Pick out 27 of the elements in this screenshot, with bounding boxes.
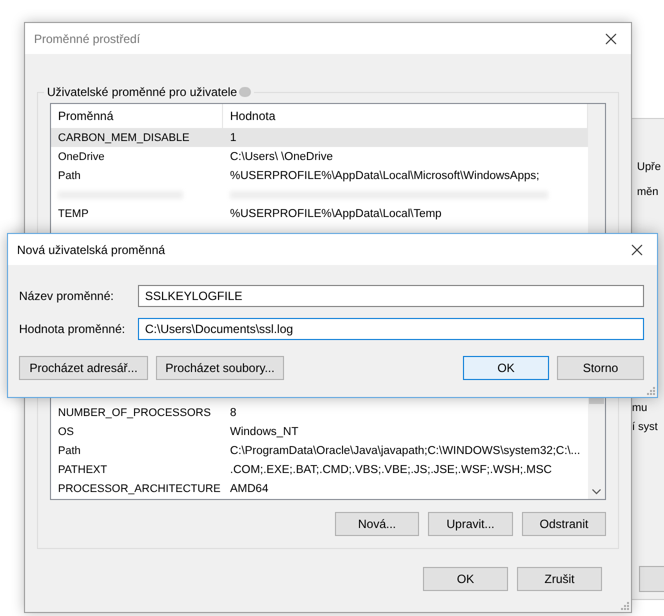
variable-name: Path — [57, 170, 82, 182]
variable-name: PATHEXT — [57, 464, 108, 476]
field-label: Název proměnné: — [19, 289, 115, 303]
window-text: mu — [632, 402, 648, 414]
variable-name: Path — [57, 444, 82, 456]
variable-value: Windows_NT — [229, 426, 300, 438]
group-label: Uživatelské proměnné pro uživatele — [47, 85, 238, 99]
variable-value: 8 — [229, 406, 238, 418]
window-title: Nová uživatelská proměnná — [17, 242, 166, 256]
variable-name: PROCESSOR_ARCHITECTURE — [57, 482, 222, 494]
variable-name: OneDrive — [57, 150, 106, 162]
variable-value: .COM;.EXE;.BAT;.CMD;.VBS;.VBE;.JS;.JSE;.WSF;.WSH;.MSC — [229, 464, 553, 476]
variable-value: C:\ProgramData\Oracle\Java\javapath;C:\WINDOWS\system32;C:\... — [229, 444, 582, 456]
variable-name: TEMP — [57, 208, 90, 220]
window-title: Proměnné prostředí — [34, 32, 140, 46]
variable-value: C:\Users\ \OneDrive — [229, 150, 334, 162]
variable-name: OS — [57, 426, 75, 438]
variable-name: CARBON_MEM_DISABLE — [57, 132, 190, 144]
variable-name: NUMBER_OF_PROCESSORS — [57, 406, 212, 418]
field-label: Hodnota proměnné: — [19, 322, 126, 336]
variable-value: %USERPROFILE%\AppData\Local\Microsoft\WindowsApps; — [229, 170, 540, 182]
variable-value: AMD64 — [229, 482, 270, 494]
variable-value: 1 — [229, 132, 238, 144]
window-text: Upře — [637, 161, 661, 173]
window-text: í syst — [632, 421, 658, 433]
window-text: měn — [637, 186, 658, 198]
variable-value: %USERPROFILE%\AppData\Local\Temp — [229, 208, 443, 220]
